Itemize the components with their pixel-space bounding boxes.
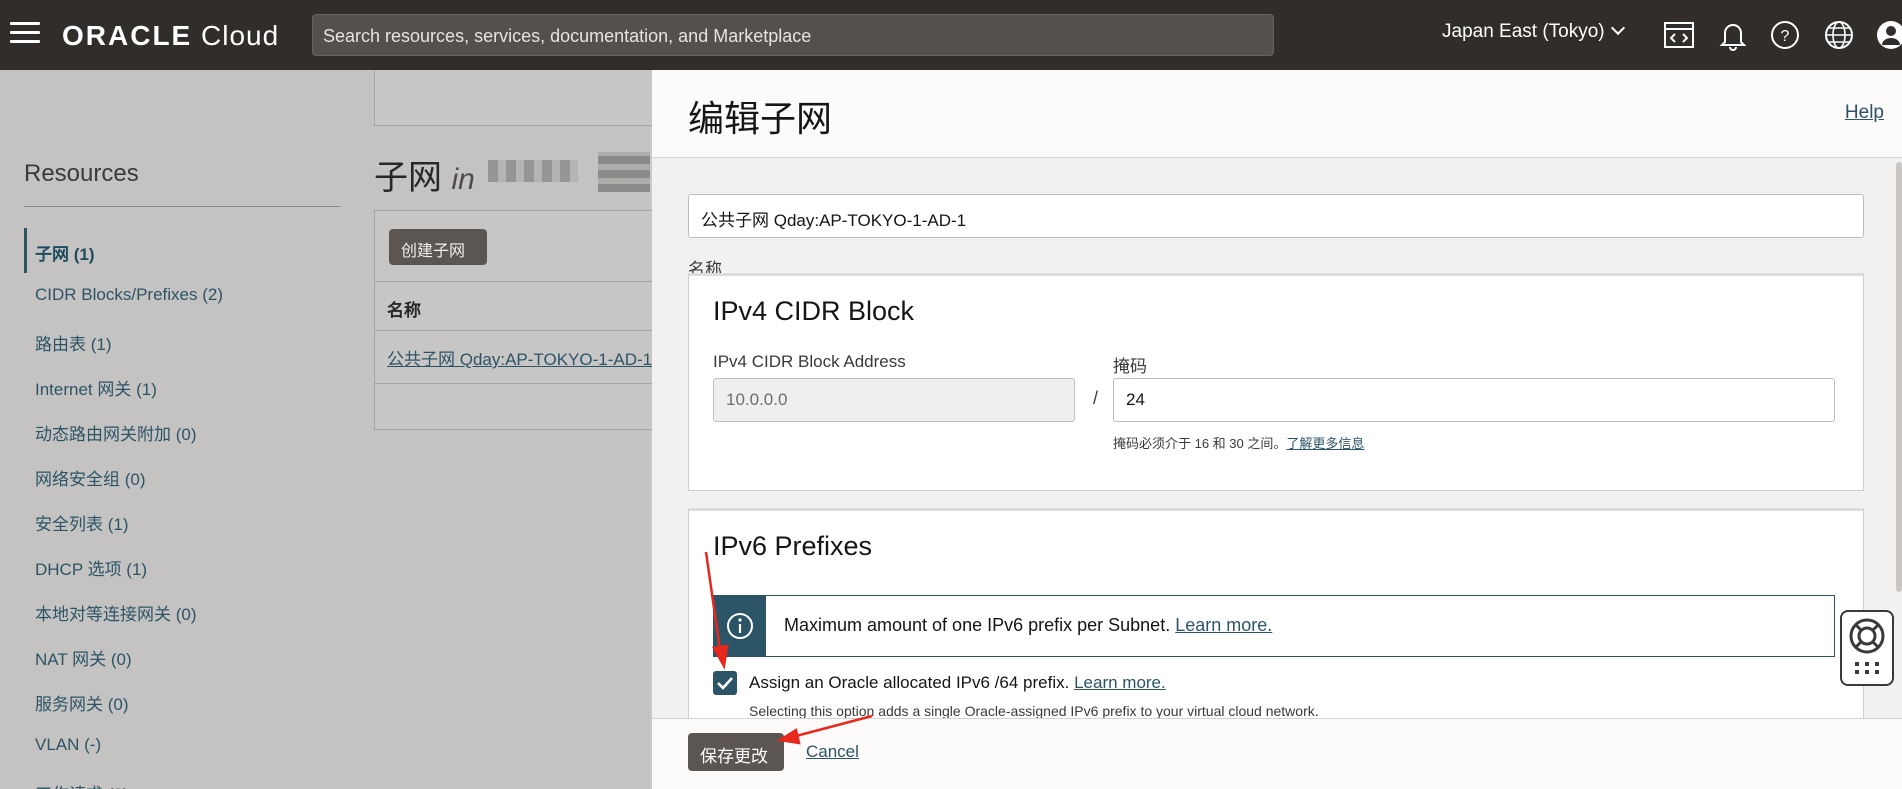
sidebar-item-work-requests[interactable]: 工作请求 (0) bbox=[24, 768, 340, 789]
assign-ipv6-checkbox[interactable] bbox=[713, 671, 737, 695]
oracle-cloud-logo[interactable]: ORACLE Cloud bbox=[62, 20, 279, 52]
drawer-header: 编辑子网 Help bbox=[652, 70, 1902, 158]
sidebar-item-nat-gateways[interactable]: NAT 网关 (0) bbox=[24, 633, 340, 678]
help-link[interactable]: Help bbox=[1845, 102, 1884, 124]
assign-ipv6-label: Assign an Oracle allocated IPv6 /64 pref… bbox=[749, 673, 1166, 692]
cancel-button[interactable]: Cancel bbox=[806, 742, 859, 762]
redacted-text bbox=[488, 160, 578, 182]
name-field[interactable]: 公共子网 Qday:AP-TOKYO-1-AD-1 bbox=[688, 194, 1864, 238]
info-icon bbox=[714, 596, 766, 656]
code-editor-icon[interactable] bbox=[1662, 18, 1696, 52]
lifebuoy-icon bbox=[1849, 618, 1885, 674]
ipv4-cidr-section: IPv4 CIDR Block IPv4 CIDR Block Address … bbox=[688, 273, 1864, 491]
divider bbox=[375, 383, 665, 384]
page-title: 子网 in bbox=[374, 159, 475, 197]
redacted-text bbox=[598, 152, 650, 192]
sidebar-item-network-security-groups[interactable]: 网络安全组 (0) bbox=[24, 453, 340, 498]
sidebar-item-drg-attachments[interactable]: 动态路由网关附加 (0) bbox=[24, 408, 340, 453]
assign-ipv6-help-text: Selecting this option adds a single Orac… bbox=[749, 703, 1319, 719]
learn-more-link[interactable]: Learn more. bbox=[1175, 615, 1272, 635]
mask-field[interactable]: 24 bbox=[1113, 378, 1835, 422]
sidebar-item-internet-gateways[interactable]: Internet 网关 (1) bbox=[24, 363, 340, 408]
hamburger-menu-icon[interactable] bbox=[10, 22, 40, 48]
ipv6-section-title: IPv6 Prefixes bbox=[713, 531, 873, 561]
sidebar-item-subnets[interactable]: 子网 (1) bbox=[24, 228, 340, 273]
bell-icon[interactable] bbox=[1716, 18, 1750, 52]
table-row-subnet-link[interactable]: 公共子网 Qday:AP-TOKYO-1-AD-1 bbox=[387, 345, 665, 370]
sidebar-item-service-gateways[interactable]: 服务网关 (0) bbox=[24, 678, 340, 723]
ipv4-section-title: IPv4 CIDR Block bbox=[713, 296, 915, 326]
edit-subnet-drawer: 编辑子网 Help 名称 公共子网 Qday:AP-TOKYO-1-AD-1 I… bbox=[652, 70, 1902, 789]
checkmark-icon bbox=[717, 677, 733, 690]
help-icon[interactable]: ? bbox=[1768, 18, 1802, 52]
mask-label: 掩码 bbox=[1113, 357, 1147, 376]
table-header-name[interactable]: 名称 bbox=[375, 281, 665, 331]
mask-hint: 掩码必须介于 16 和 30 之间。了解更多信息 bbox=[1113, 436, 1365, 451]
drawer-footer: 保存更改 Cancel bbox=[652, 718, 1902, 789]
resources-title: Resources bbox=[24, 160, 139, 187]
save-changes-button[interactable]: 保存更改 bbox=[688, 733, 784, 771]
sidebar-item-cidr-blocks[interactable]: CIDR Blocks/Prefixes (2) bbox=[24, 273, 340, 318]
sidebar-item-dhcp-options[interactable]: DHCP 选项 (1) bbox=[24, 543, 340, 588]
resources-nav: 子网 (1) CIDR Blocks/Prefixes (2) 路由表 (1) … bbox=[24, 228, 340, 789]
subnets-table: 创建子网 名称 公共子网 Qday:AP-TOKYO-1-AD-1 bbox=[374, 210, 665, 430]
user-icon[interactable] bbox=[1874, 18, 1902, 52]
divider bbox=[24, 206, 340, 207]
sidebar-item-vlan[interactable]: VLAN (-) bbox=[24, 723, 340, 768]
drawer-scrollbar[interactable] bbox=[1896, 162, 1902, 592]
ipv6-prefixes-section: IPv6 Prefixes Maximum amount of one IPv6… bbox=[688, 508, 1864, 748]
create-subnet-button[interactable]: 创建子网 bbox=[389, 229, 487, 265]
learn-more-link[interactable]: Learn more. bbox=[1074, 673, 1166, 692]
drawer-title: 编辑子网 bbox=[688, 98, 833, 139]
cidr-address-field: 10.0.0.0 bbox=[713, 378, 1075, 422]
region-selector[interactable]: Japan East (Tokyo) bbox=[1442, 20, 1625, 43]
slash-separator: / bbox=[1093, 388, 1099, 408]
cidr-address-label: IPv4 CIDR Block Address bbox=[713, 352, 906, 371]
svg-text:?: ? bbox=[1781, 28, 1790, 45]
info-text: Maximum amount of one IPv6 prefix per Su… bbox=[784, 615, 1273, 635]
chevron-down-icon bbox=[1610, 20, 1625, 36]
learn-more-link[interactable]: 了解更多信息 bbox=[1286, 436, 1364, 451]
sidebar-item-local-peering-gateways[interactable]: 本地对等连接网关 (0) bbox=[24, 588, 340, 633]
sidebar-item-route-tables[interactable]: 路由表 (1) bbox=[24, 318, 340, 363]
info-banner: Maximum amount of one IPv6 prefix per Su… bbox=[713, 595, 1835, 657]
details-card bbox=[374, 70, 664, 126]
sidebar-item-security-lists[interactable]: 安全列表 (1) bbox=[24, 498, 340, 543]
support-widget[interactable] bbox=[1840, 610, 1894, 686]
top-navigation-bar: ORACLE Cloud Search resources, services,… bbox=[0, 0, 1902, 70]
global-search-input[interactable]: Search resources, services, documentatio… bbox=[312, 14, 1274, 56]
globe-icon[interactable] bbox=[1822, 18, 1856, 52]
